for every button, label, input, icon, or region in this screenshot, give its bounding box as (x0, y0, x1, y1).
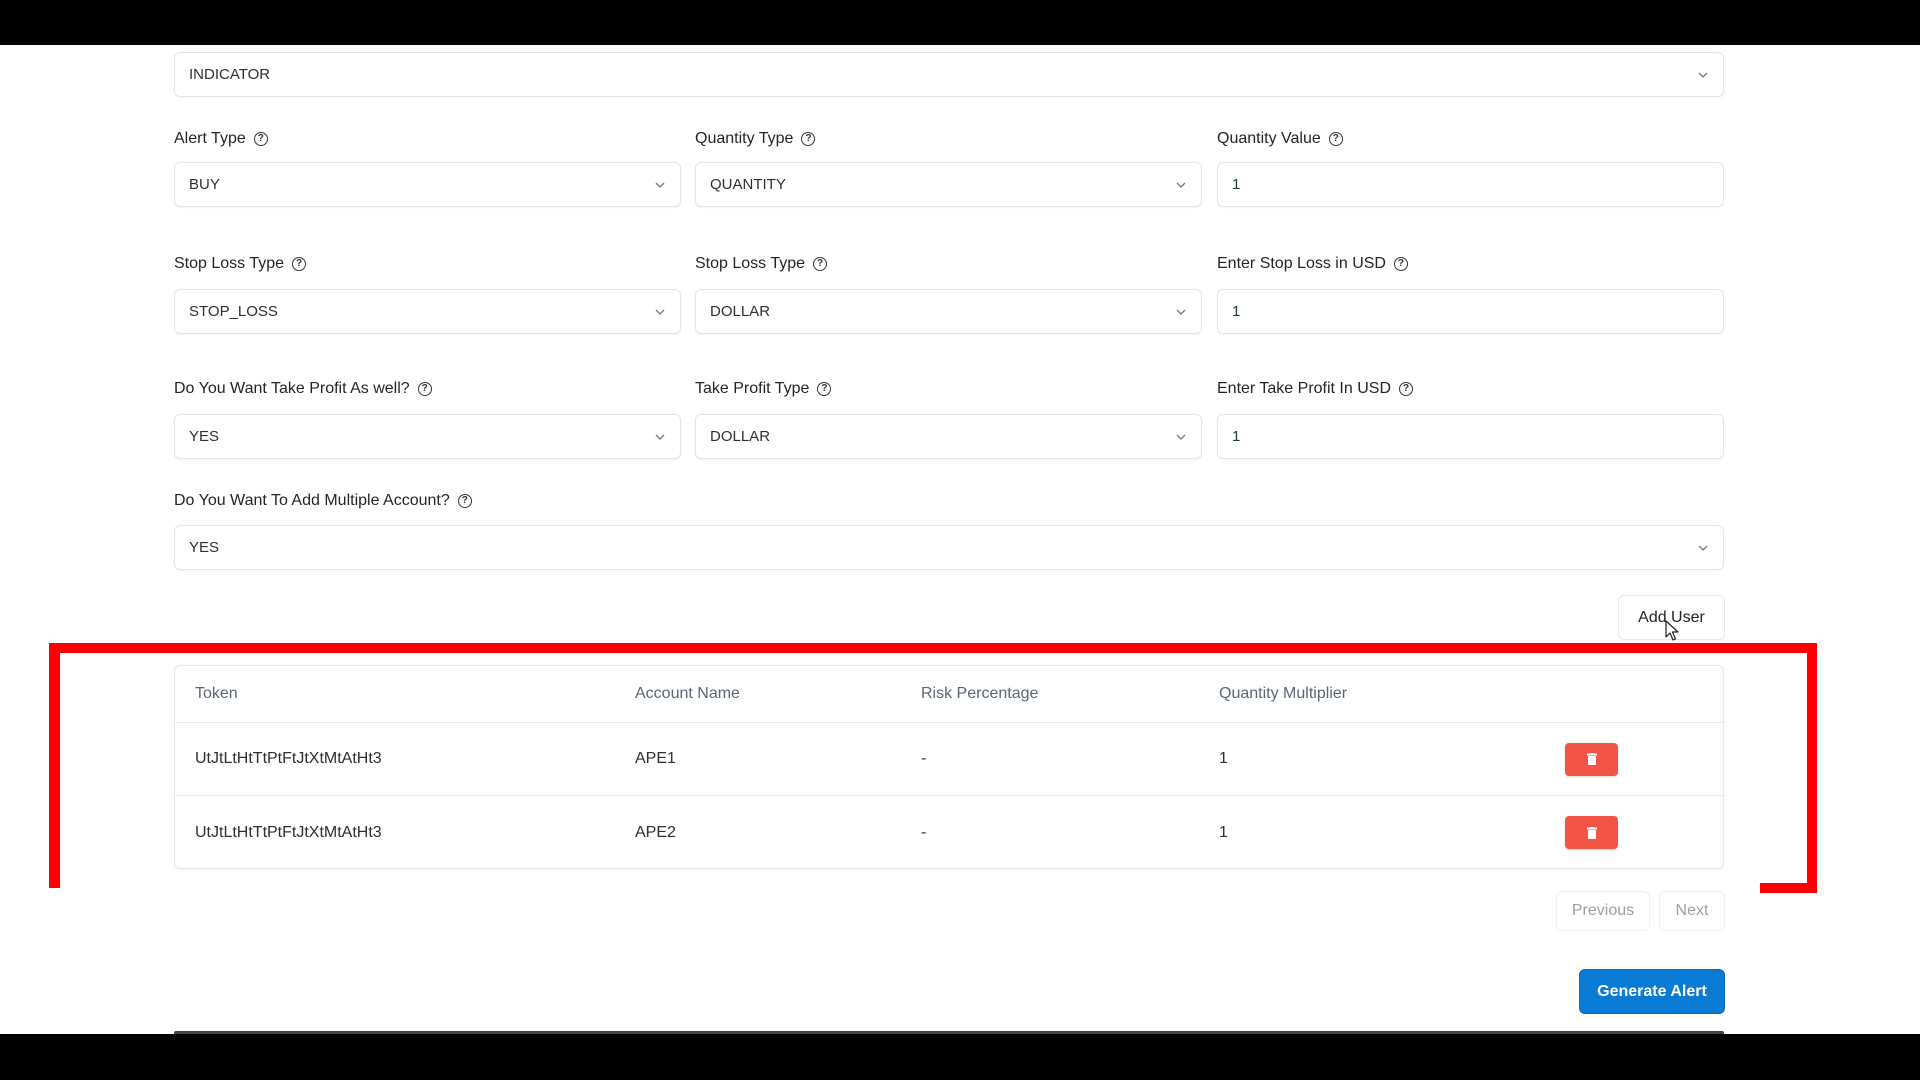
quantity-value-label: Quantity Value ? (1217, 129, 1343, 149)
cell-token: UtJtLtHtTtPtFtJtXtMtAtHt3 (195, 823, 382, 841)
quantity-type-select[interactable]: QUANTITY (695, 162, 1202, 207)
help-icon[interactable]: ? (1393, 257, 1408, 271)
alert-type-label-text: Alert Type (174, 130, 246, 147)
quantity-type-label-text: Quantity Type (695, 130, 794, 147)
take-profit-toggle-select[interactable]: YES (174, 414, 681, 459)
strategy-select-value: INDICATOR (189, 66, 271, 83)
cell-token: UtJtLtHtTtPtFtJtXtMtAtHt3 (195, 750, 382, 767)
cell-quantity-multiplier: 1 (1219, 823, 1228, 841)
cell-account-name: APE2 (635, 823, 676, 841)
multiple-account-value: YES (189, 539, 220, 556)
take-profit-type-select[interactable]: DOLLAR (695, 414, 1202, 459)
take-profit-type-value: DOLLAR (710, 428, 771, 445)
column-header-token: Token (195, 685, 238, 702)
previous-page-button[interactable]: Previous (1556, 891, 1650, 931)
stop-loss-unit-value: DOLLAR (710, 303, 771, 320)
take-profit-toggle-label: Do You Want Take Profit As well? ? (174, 379, 432, 399)
column-header-quantity-multiplier: Quantity Multiplier (1219, 685, 1348, 702)
take-profit-usd-input[interactable]: 1 (1217, 414, 1724, 459)
table-row: UtJtLtHtTtPtFtJtXtMtAtHt3 APE2 - 1 (175, 796, 1723, 869)
help-icon[interactable]: ? (813, 257, 827, 271)
generate-alert-button[interactable]: Generate Alert (1579, 969, 1725, 1014)
cell-account-name: APE1 (635, 750, 676, 767)
chevron-down-icon (1176, 309, 1186, 315)
cell-risk-percentage: - (921, 750, 927, 767)
help-icon[interactable]: ? (1399, 382, 1413, 396)
stop-loss-unit-label-text: Stop Loss Type (695, 255, 805, 272)
stop-loss-usd-label-text: Enter Stop Loss in USD (1217, 255, 1386, 272)
quantity-type-value: QUANTITY (710, 176, 786, 193)
cell-risk-percentage: - (921, 823, 927, 841)
chevron-down-icon (655, 182, 665, 188)
chevron-down-icon (655, 309, 665, 315)
take-profit-type-label-text: Take Profit Type (695, 380, 810, 397)
cell-actions (1565, 723, 1618, 795)
quantity-value-label-text: Quantity Value (1217, 130, 1321, 147)
quantity-value-input[interactable]: 1 (1217, 162, 1724, 207)
cell-quantity-multiplier: 1 (1219, 750, 1228, 767)
take-profit-usd-label-text: Enter Take Profit In USD (1217, 380, 1391, 397)
quantity-type-label: Quantity Type ? (695, 129, 816, 149)
stop-loss-type-select[interactable]: STOP_LOSS (174, 289, 681, 334)
trash-icon (1586, 753, 1597, 765)
help-icon[interactable]: ? (292, 257, 306, 271)
annotation-frame-right (1807, 643, 1817, 893)
accounts-table: Token Account Name Risk Percentage Quant… (174, 665, 1724, 869)
stop-loss-unit-label: Stop Loss Type ? (695, 254, 827, 274)
help-icon[interactable]: ? (1328, 132, 1343, 146)
mouse-cursor-icon (1665, 620, 1679, 641)
alert-type-value: BUY (189, 176, 220, 193)
help-icon[interactable]: ? (801, 132, 816, 146)
quantity-value-value: 1 (1232, 176, 1241, 193)
take-profit-type-label: Take Profit Type ? (695, 379, 832, 399)
cell-actions (1565, 796, 1618, 869)
chevron-down-icon (1698, 72, 1708, 78)
letterbox-bottom (0, 1034, 1920, 1080)
help-icon[interactable]: ? (253, 132, 268, 146)
chevron-down-icon (1176, 182, 1186, 188)
stop-loss-usd-input[interactable]: 1 (1217, 289, 1724, 334)
column-header-account-name: Account Name (635, 685, 740, 702)
trash-icon (1586, 826, 1597, 839)
table-header-row: Token Account Name Risk Percentage Quant… (175, 666, 1723, 723)
multiple-account-label: Do You Want To Add Multiple Account? ? (174, 491, 472, 511)
next-page-button[interactable]: Next (1659, 891, 1725, 931)
letterbox-top (0, 0, 1920, 45)
column-header-risk-percentage: Risk Percentage (921, 685, 1039, 702)
stop-loss-type-value: STOP_LOSS (189, 303, 278, 320)
strategy-select[interactable]: INDICATOR (174, 52, 1724, 97)
chevron-down-icon (1176, 434, 1186, 440)
multiple-account-select[interactable]: YES (174, 525, 1724, 570)
help-icon[interactable]: ? (457, 494, 472, 508)
delete-row-button[interactable] (1565, 742, 1618, 776)
take-profit-usd-label: Enter Take Profit In USD ? (1217, 379, 1413, 399)
take-profit-toggle-value: YES (189, 428, 220, 445)
annotation-frame-left (49, 643, 60, 888)
alert-type-label: Alert Type ? (174, 129, 268, 149)
table-row: UtJtLtHtTtPtFtJtXtMtAtHt3 APE1 - 1 (175, 723, 1723, 796)
chevron-down-icon (655, 434, 665, 440)
annotation-frame-bottom (1760, 883, 1817, 893)
annotation-frame-top (49, 643, 1817, 653)
help-icon[interactable]: ? (417, 382, 432, 396)
take-profit-usd-value: 1 (1232, 428, 1241, 445)
stop-loss-unit-select[interactable]: DOLLAR (695, 289, 1202, 334)
stop-loss-usd-value: 1 (1232, 303, 1241, 320)
stop-loss-usd-label: Enter Stop Loss in USD ? (1217, 254, 1408, 274)
alert-type-select[interactable]: BUY (174, 162, 681, 207)
take-profit-toggle-label-text: Do You Want Take Profit As well? (174, 380, 410, 397)
stop-loss-type-label-text: Stop Loss Type (174, 255, 284, 272)
delete-row-button[interactable] (1565, 816, 1618, 849)
chevron-down-icon (1698, 545, 1708, 551)
multiple-account-label-text: Do You Want To Add Multiple Account? (174, 492, 450, 509)
stop-loss-type-label: Stop Loss Type ? (174, 254, 306, 274)
help-icon[interactable]: ? (817, 382, 832, 396)
